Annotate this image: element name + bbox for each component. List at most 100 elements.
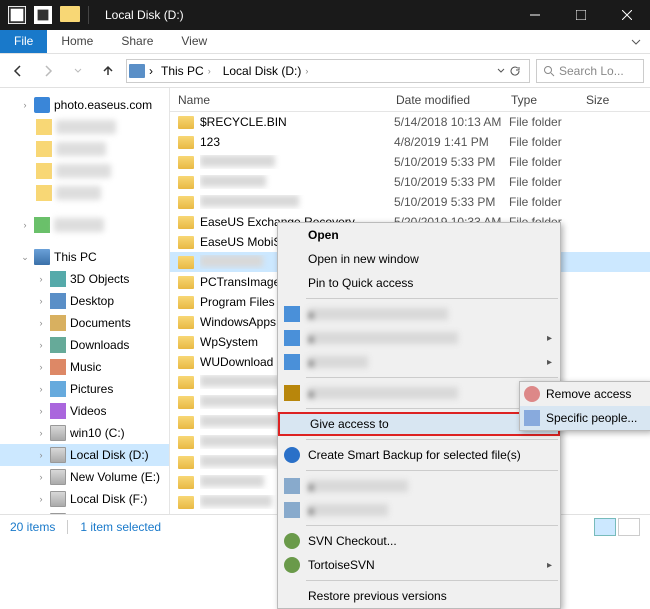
menu-item-blur[interactable]: x [278,302,560,326]
menu-pin-quick-access[interactable]: Pin to Quick access [278,271,560,295]
table-row[interactable]: 1234/8/2019 1:41 PMFile folder [170,132,650,152]
address-dropdown-icon[interactable] [497,67,505,75]
menu-open[interactable]: Open [278,223,560,247]
sidebar-thispc[interactable]: ⌄ This PC [0,246,169,268]
close-button[interactable] [604,0,650,30]
titlebar: Local Disk (D:) [0,0,650,30]
recent-dropdown[interactable] [66,59,90,83]
folder-icon [178,136,194,149]
table-row[interactable]: x5/10/2019 5:33 PMFile folder [170,152,650,172]
menu-restore-previous[interactable]: Restore previous versions [278,584,560,608]
sidebar-item-blur[interactable]: xxxx [0,160,169,182]
maximize-button[interactable] [558,0,604,30]
refresh-icon[interactable] [509,65,521,77]
drive-icon [50,447,66,463]
navbar: › This PC› Local Disk (D:)› Search Lo... [0,54,650,88]
folder-icon [178,456,194,469]
folder-icon [178,356,194,369]
tab-view[interactable]: View [167,30,221,53]
col-type[interactable]: Type [503,93,578,107]
folder-icon [178,116,194,129]
menu-svn-checkout[interactable]: SVN Checkout... [278,529,560,553]
search-placeholder: Search Lo... [559,64,624,78]
menu-item-blur[interactable]: x [278,474,560,498]
menu-open-new-window[interactable]: Open in new window [278,247,560,271]
menu-item-blur[interactable]: x▸ [278,326,560,350]
view-details-button[interactable] [594,518,616,536]
sidebar-item-music[interactable]: ›Music [0,356,169,378]
menu-item-blur[interactable]: x [278,498,560,522]
folder-icon [60,6,80,22]
tab-home[interactable]: Home [47,30,107,53]
sidebar-item-blur[interactable]: xxxx [0,138,169,160]
sidebar-item-local-disk-f-[interactable]: ›Local Disk (F:) [0,488,169,510]
drive-icon [50,513,66,514]
breadcrumb-current[interactable]: Local Disk (D:)› [219,60,313,82]
folder-icon [178,236,194,249]
sidebar-item-recovery-disk-k-[interactable]: ›recovery disk (K:) [0,510,169,514]
sidebar-item-videos[interactable]: ›Videos [0,400,169,422]
menu-item-blur[interactable]: x▸ [278,350,560,374]
app-icon [8,6,26,24]
ribbon: File Home Share View [0,30,650,54]
forward-button[interactable] [36,59,60,83]
col-size[interactable]: Size [578,93,628,107]
drive-icon [50,425,66,441]
sidebar-item-downloads[interactable]: ›Downloads [0,334,169,356]
sidebar-item-pictures[interactable]: ›Pictures [0,378,169,400]
folder-icon [178,476,194,489]
pic-icon [50,381,66,397]
search-input[interactable]: Search Lo... [536,59,644,83]
tab-file[interactable]: File [0,30,47,53]
drive-icon [50,469,66,485]
music-icon [50,359,66,375]
column-headers: Name Date modified Type Size [170,88,650,112]
sidebar-item-new-volume-e-[interactable]: ›New Volume (E:) [0,466,169,488]
submenu-specific-people[interactable]: Specific people... [520,406,650,430]
table-row[interactable]: $RECYCLE.BIN5/14/2018 10:13 AMFile folde… [170,112,650,132]
minimize-button[interactable] [512,0,558,30]
tab-share[interactable]: Share [107,30,167,53]
search-icon [543,65,555,77]
pc-icon [129,64,145,78]
sidebar-quick-access[interactable]: › photo.easeus.com [0,94,169,116]
folder-icon [178,416,194,429]
folder-icon [178,216,194,229]
up-button[interactable] [96,59,120,83]
status-selected-count: 1 item selected [80,520,161,534]
sidebar-item-win10-c-[interactable]: ›win10 (C:) [0,422,169,444]
status-item-count: 20 items [10,520,55,534]
folder-icon [178,196,194,209]
table-row[interactable]: x5/10/2019 5:33 PMFile folder [170,192,650,212]
col-name[interactable]: Name [170,93,388,107]
star-icon [34,97,50,113]
table-row[interactable]: x5/10/2019 5:33 PMFile folder [170,172,650,192]
folder-icon [178,316,194,329]
sidebar-item-blur[interactable]: xxxx [0,182,169,204]
folder-icon [178,436,194,449]
address-bar[interactable]: › This PC› Local Disk (D:)› [126,59,530,83]
monitor-icon [34,249,50,265]
submenu-remove-access[interactable]: Remove access [520,382,650,406]
menu-tortoisesvn[interactable]: TortoiseSVN▸ [278,553,560,577]
sidebar-item-3d-objects[interactable]: ›3D Objects [0,268,169,290]
drive-icon [50,491,66,507]
submenu-give-access: Remove access Specific people... [519,381,650,431]
breadcrumb-thispc[interactable]: This PC› [157,60,215,82]
col-date[interactable]: Date modified [388,93,503,107]
sidebar-item-blur[interactable]: ›xxxx [0,214,169,236]
view-icons-button[interactable] [618,518,640,536]
sidebar-item-documents[interactable]: ›Documents [0,312,169,334]
menu-give-access-to[interactable]: Give access to▸ [278,412,560,436]
folder-icon [178,276,194,289]
sidebar-item-blur[interactable]: xxxx [0,116,169,138]
expand-ribbon-button[interactable] [622,30,650,53]
sidebar-item-local-disk-d-[interactable]: ›Local Disk (D:) [0,444,169,466]
quick-save-icon[interactable] [34,6,52,24]
back-button[interactable] [6,59,30,83]
menu-item-blur[interactable]: x [278,381,560,405]
folder-icon [178,176,194,189]
menu-create-smart-backup[interactable]: Create Smart Backup for selected file(s) [278,443,560,467]
sidebar-item-desktop[interactable]: ›Desktop [0,290,169,312]
desktop-icon [50,293,66,309]
